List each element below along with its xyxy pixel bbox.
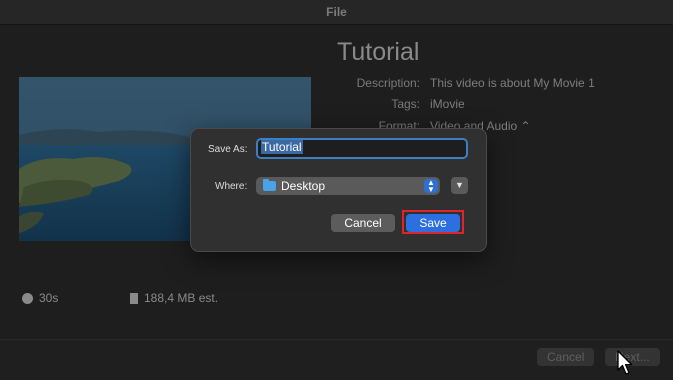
size-stat: 188,4 MB est. <box>130 291 218 305</box>
tags-label: Tags: <box>391 97 420 111</box>
filename-input[interactable]: Tutorial <box>256 138 468 159</box>
folder-icon <box>263 179 276 191</box>
mouse-pointer-icon <box>617 350 633 375</box>
size-value: 188,4 MB est. <box>144 291 219 305</box>
updown-chevron-icon: ▲ ▼ <box>424 179 438 194</box>
tags-value[interactable]: iMovie <box>430 97 465 111</box>
window-titlebar: File <box>0 0 673 25</box>
project-title[interactable]: Tutorial <box>337 38 419 67</box>
dialog-cancel-button[interactable]: Cancel <box>331 214 395 232</box>
tags-row: Tags: iMovie <box>330 97 650 113</box>
where-label: Where: <box>215 181 248 192</box>
sheet-footer: Cancel Next... <box>0 339 673 380</box>
description-label: Description: <box>356 76 420 90</box>
duration-value: 30s <box>39 291 59 305</box>
sheet-cancel-button[interactable]: Cancel <box>537 348 595 366</box>
save-dialog: Save As: Tutorial Where: Desktop ▲ ▼ ▼ Ca… <box>190 128 487 252</box>
clock-icon <box>22 292 33 304</box>
duration-stat: 30s <box>22 291 58 305</box>
save-button[interactable]: Save <box>406 214 460 232</box>
save-as-label: Save As: <box>208 144 248 155</box>
window-title: File <box>326 5 347 19</box>
filename-value: Tutorial <box>261 140 303 154</box>
expand-button[interactable]: ▼ <box>451 177 468 194</box>
description-row: Description: This video is about My Movi… <box>330 76 650 92</box>
file-icon <box>130 292 138 304</box>
where-value: Desktop <box>281 179 326 193</box>
description-value[interactable]: This video is about My Movie 1 <box>430 76 595 90</box>
chevron-down-icon: ▼ <box>455 180 464 190</box>
where-select[interactable]: Desktop ▲ ▼ <box>256 177 440 195</box>
